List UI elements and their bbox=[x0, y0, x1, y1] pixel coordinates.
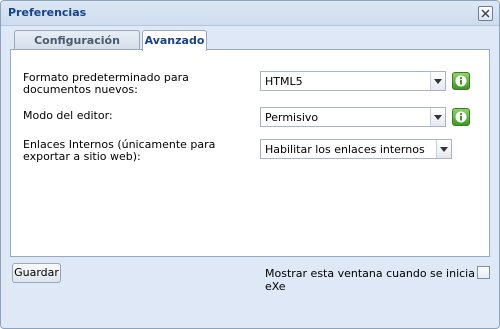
info-icon bbox=[455, 75, 467, 87]
close-icon bbox=[481, 9, 490, 18]
internal-links-value: Habilitar los enlaces internos bbox=[265, 143, 425, 156]
tab-general-settings[interactable]: Configuración general bbox=[14, 30, 140, 66]
internal-links-label: Enlaces Internos (únicamente para export… bbox=[23, 138, 216, 163]
editor-mode-label: Modo del editor: bbox=[23, 109, 113, 122]
info-icon bbox=[455, 111, 467, 123]
save-button[interactable]: Guardar bbox=[12, 263, 61, 283]
show-on-start-checkbox[interactable] bbox=[477, 266, 490, 279]
show-on-start-label: Mostrar esta ventana cuando se inicia eX… bbox=[265, 267, 475, 293]
tab-label: Avanzado bbox=[144, 34, 205, 47]
dropdown-arrow[interactable] bbox=[430, 108, 445, 126]
editor-mode-info-button[interactable] bbox=[452, 108, 470, 126]
doc-format-value: HTML5 bbox=[265, 75, 303, 88]
dropdown-arrow[interactable] bbox=[436, 140, 451, 158]
internal-links-select[interactable]: Habilitar los enlaces internos bbox=[260, 139, 452, 159]
editor-mode-select[interactable]: Permisivo bbox=[260, 107, 446, 127]
editor-mode-value: Permisivo bbox=[265, 111, 319, 124]
preferences-dialog: Preferencias Configuración general Avanz… bbox=[0, 0, 500, 329]
doc-format-select[interactable]: HTML5 bbox=[260, 71, 446, 91]
title-bar[interactable]: Preferencias bbox=[1, 1, 499, 26]
window-title: Preferencias bbox=[8, 6, 87, 19]
chevron-down-icon bbox=[440, 147, 448, 152]
tab-advanced[interactable]: Avanzado bbox=[142, 30, 207, 51]
chevron-down-icon bbox=[434, 79, 442, 84]
doc-format-info-button[interactable] bbox=[452, 72, 470, 90]
doc-format-label: Formato predeterminado para documentos n… bbox=[23, 71, 189, 96]
dropdown-arrow[interactable] bbox=[430, 72, 445, 90]
chevron-down-icon bbox=[434, 115, 442, 120]
close-button[interactable] bbox=[478, 6, 493, 21]
